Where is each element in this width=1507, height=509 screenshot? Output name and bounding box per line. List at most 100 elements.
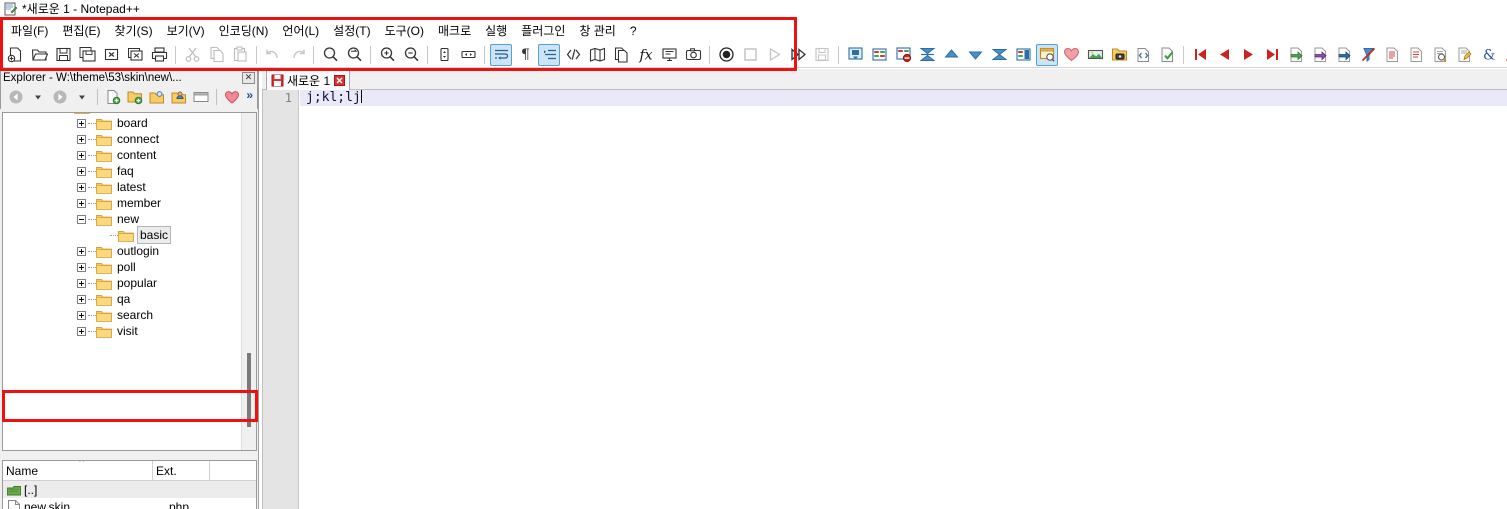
last-red-icon[interactable]	[1261, 44, 1283, 66]
find-icon[interactable]	[319, 44, 341, 66]
menu-edit[interactable]: 편집(E)	[55, 21, 107, 41]
tree-node[interactable]: connect	[3, 131, 243, 147]
menu-tools[interactable]: 도구(O)	[378, 21, 431, 41]
forward-dropdown-icon[interactable]	[72, 87, 92, 107]
forward-icon[interactable]	[50, 87, 70, 107]
file-list-row[interactable]: new.skin php	[3, 498, 256, 509]
image-icon[interactable]	[1084, 44, 1106, 66]
table-stop-icon[interactable]	[892, 44, 914, 66]
first-red-icon[interactable]	[1189, 44, 1211, 66]
tree-scrollbar[interactable]	[241, 113, 256, 450]
user-folder-icon[interactable]	[169, 87, 189, 107]
tree-node[interactable]: new	[3, 211, 243, 227]
expand-plus-icon[interactable]	[77, 278, 86, 288]
down-arrow-icon[interactable]	[964, 44, 986, 66]
doc-search-icon[interactable]	[1429, 44, 1451, 66]
doc-purple-arrow-icon[interactable]	[1309, 44, 1331, 66]
expand-plus-icon[interactable]	[77, 326, 86, 336]
ampersand-strike-icon[interactable]: &	[1501, 44, 1507, 66]
play-macro-icon[interactable]	[763, 44, 785, 66]
doc-blue-arrow-icon[interactable]	[1333, 44, 1355, 66]
expand-plus-icon[interactable]	[77, 198, 86, 208]
next-red-icon[interactable]	[1237, 44, 1259, 66]
code-area[interactable]: j;kl;lj	[300, 90, 1507, 509]
expand-plus-icon[interactable]	[77, 294, 86, 304]
expand-icon[interactable]	[988, 44, 1010, 66]
expand-plus-icon[interactable]	[77, 246, 86, 256]
tree-node[interactable]: member	[3, 195, 243, 211]
file-column-name[interactable]: Name ⌃	[3, 461, 153, 480]
back-dropdown-icon[interactable]	[28, 87, 48, 107]
screen-capture-icon[interactable]	[682, 44, 704, 66]
expand-plus-icon[interactable]	[77, 118, 86, 128]
expand-plus-icon[interactable]	[77, 150, 86, 160]
menu-view[interactable]: 보기(V)	[160, 21, 212, 41]
close-icon[interactable]	[334, 75, 346, 86]
clear-marks-icon[interactable]	[1357, 44, 1379, 66]
tree-scrollbar-thumb[interactable]	[247, 353, 251, 427]
menu-language[interactable]: 언어(L)	[275, 21, 326, 41]
record-macro-icon[interactable]	[715, 44, 737, 66]
close-icon[interactable]: ✕	[242, 71, 255, 84]
undo-icon[interactable]	[262, 44, 284, 66]
menu-file[interactable]: 파일(F)	[4, 21, 55, 41]
zoom-out-icon[interactable]	[400, 44, 422, 66]
print-icon[interactable]	[148, 44, 170, 66]
expand-plus-icon[interactable]	[77, 166, 86, 176]
save-icon[interactable]	[52, 44, 74, 66]
tree-node[interactable]: search	[3, 307, 243, 323]
menu-macro[interactable]: 매크로	[431, 21, 478, 41]
expand-plus-icon[interactable]	[77, 182, 86, 192]
collapse-minus-icon[interactable]	[77, 214, 86, 224]
close-file-icon[interactable]	[100, 44, 122, 66]
ampersand-icon[interactable]: &	[1477, 44, 1499, 66]
doc-check-icon[interactable]	[1156, 44, 1178, 66]
cut-icon[interactable]	[181, 44, 203, 66]
open-folder-icon[interactable]	[147, 87, 167, 107]
tree-node[interactable]: visit	[3, 323, 243, 339]
stop-macro-icon[interactable]	[739, 44, 761, 66]
collapse-icon[interactable]	[916, 44, 938, 66]
table-green-icon[interactable]	[868, 44, 890, 66]
tree-node[interactable]: basic	[3, 226, 243, 244]
menu-run[interactable]: 실행	[478, 21, 514, 41]
close-all-icon[interactable]	[124, 44, 146, 66]
menu-plugins[interactable]: 플러그인	[514, 21, 572, 41]
new-folder-icon[interactable]	[125, 87, 145, 107]
file-list-row[interactable]: [..]	[3, 481, 256, 498]
explorer-icon[interactable]	[1036, 43, 1058, 66]
doc-lines-icon[interactable]	[1381, 44, 1403, 66]
save-all-icon[interactable]	[76, 44, 98, 66]
document-map-icon[interactable]	[586, 44, 608, 66]
tree-node[interactable]: outlogin	[3, 243, 243, 259]
expand-plus-icon[interactable]	[77, 310, 86, 320]
table-blue-icon[interactable]	[1012, 44, 1034, 66]
tree-node[interactable]: board	[3, 115, 243, 131]
tree-node[interactable]: content	[3, 147, 243, 163]
show-all-characters-icon[interactable]: ¶	[514, 44, 536, 66]
doc-edit-icon[interactable]	[1453, 44, 1475, 66]
user-defined-language-icon[interactable]	[562, 44, 584, 66]
sync-horizontal-scroll-icon[interactable]	[457, 44, 479, 66]
menu-encoding[interactable]: 인코딩(N)	[212, 21, 276, 41]
text-editor[interactable]: 1 j;kl;lj	[262, 90, 1507, 509]
tab-new-1[interactable]: 새로운 1	[266, 69, 351, 90]
explorer-overflow-icon[interactable]: »	[246, 88, 253, 102]
up-arrow-icon[interactable]	[940, 44, 962, 66]
monitoring-icon[interactable]	[658, 44, 680, 66]
doc-green-arrow-icon[interactable]	[1285, 44, 1307, 66]
open-file-icon[interactable]	[28, 44, 50, 66]
paste-icon[interactable]	[229, 44, 251, 66]
new-file-icon[interactable]	[103, 87, 123, 107]
new-file-icon[interactable]	[4, 44, 26, 66]
explorer-file-list[interactable]: Name ⌃ Ext. [..]new.skinphpnew.skin.phpb…	[2, 460, 257, 509]
word-wrap-icon[interactable]	[490, 43, 512, 66]
copy-icon[interactable]	[205, 44, 227, 66]
code-line[interactable]: j;kl;lj	[300, 90, 1507, 106]
back-icon[interactable]	[6, 87, 26, 107]
tree-node[interactable]: latest	[3, 179, 243, 195]
indent-guide-icon[interactable]	[538, 43, 560, 66]
tree-node[interactable]: faq	[3, 163, 243, 179]
run-macro-multiple-icon[interactable]	[787, 44, 809, 66]
folder-camera-icon[interactable]	[1108, 44, 1130, 66]
